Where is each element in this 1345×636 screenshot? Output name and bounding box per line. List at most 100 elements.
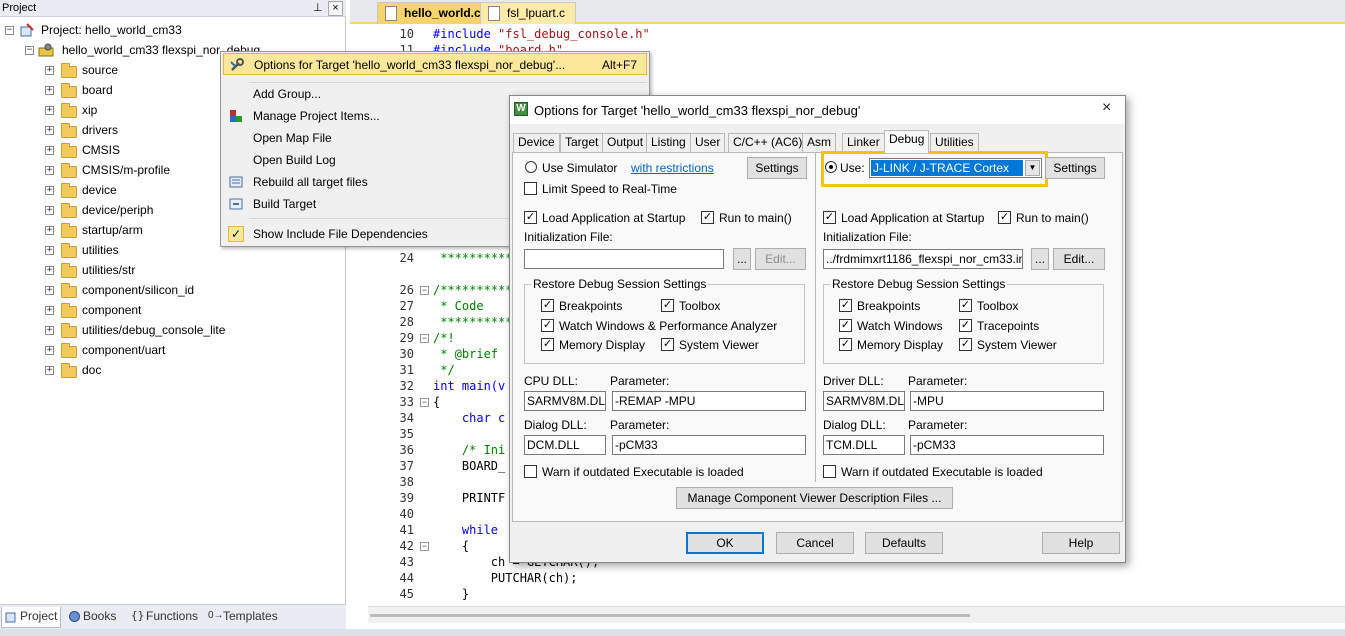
- folder-icon: [61, 303, 77, 318]
- right-warn-checkbox[interactable]: [823, 465, 836, 478]
- simulator-settings-button[interactable]: Settings: [747, 157, 807, 179]
- fold-toggle-icon[interactable]: −: [420, 286, 429, 295]
- dialog-tab[interactable]: Linker: [842, 133, 885, 152]
- limit-speed-checkbox[interactable]: [524, 182, 537, 195]
- left-dialog-dll-input[interactable]: DCM.DLL: [524, 435, 606, 455]
- fold-toggle-icon[interactable]: −: [420, 542, 429, 551]
- expand-icon[interactable]: +: [45, 166, 54, 175]
- expand-icon[interactable]: +: [45, 266, 54, 275]
- right-memory-checkbox[interactable]: ✓: [839, 338, 852, 351]
- help-button[interactable]: Help: [1042, 532, 1120, 554]
- tab-hello-world[interactable]: hello_world.c: [377, 2, 492, 24]
- tree-group-item[interactable]: + doc: [45, 360, 335, 380]
- driver-param-input[interactable]: -MPU: [910, 391, 1104, 411]
- right-init-file-input[interactable]: ../frdmimxrt1186_flexspi_nor_cm33.ini: [823, 249, 1023, 269]
- dialog-tab[interactable]: Target: [560, 133, 604, 152]
- dialog-tab[interactable]: User: [690, 133, 726, 152]
- left-dialog-param-input[interactable]: -pCM33: [612, 435, 806, 455]
- left-toolbox-checkbox[interactable]: ✓: [661, 299, 674, 312]
- right-breakpoints-checkbox[interactable]: ✓: [839, 299, 852, 312]
- expand-icon[interactable]: +: [45, 366, 54, 375]
- group-label: device/periph: [82, 203, 154, 217]
- expand-icon[interactable]: +: [45, 186, 54, 195]
- left-run-to-main-checkbox[interactable]: ✓: [701, 211, 714, 224]
- dialog-tab[interactable]: Asm: [802, 133, 836, 152]
- right-run-to-main-checkbox[interactable]: ✓: [998, 211, 1011, 224]
- right-toolbox-checkbox[interactable]: ✓: [959, 299, 972, 312]
- expand-icon[interactable]: +: [45, 346, 54, 355]
- right-browse-button[interactable]: ...: [1031, 248, 1049, 270]
- dialog-tab[interactable]: Utilities: [930, 133, 979, 152]
- dialog-tab[interactable]: C/C++ (AC6): [728, 133, 808, 152]
- menu-item-options-for-target[interactable]: Options for Target 'hello_world_cm33 fle…: [223, 53, 647, 75]
- keil-icon: W: [514, 102, 528, 116]
- with-restrictions-link[interactable]: with restrictions: [631, 161, 714, 175]
- tree-group-item[interactable]: + component/silicon_id: [45, 280, 335, 300]
- left-breakpoints-checkbox[interactable]: ✓: [541, 299, 554, 312]
- expand-icon[interactable]: +: [45, 126, 54, 135]
- horizontal-scrollbar[interactable]: [368, 606, 1345, 623]
- driver-dll-input[interactable]: SARMV8M.DLL: [823, 391, 905, 411]
- fold-toggle-icon[interactable]: −: [420, 334, 429, 343]
- dialog-tab[interactable]: Device: [513, 133, 560, 152]
- cancel-button[interactable]: Cancel: [776, 532, 854, 554]
- expand-icon[interactable]: +: [45, 66, 54, 75]
- tab-project[interactable]: Project: [1, 607, 61, 628]
- use-debugger-radio[interactable]: [825, 161, 837, 173]
- right-dialog-dll-input[interactable]: TCM.DLL: [823, 435, 905, 455]
- expand-icon[interactable]: +: [45, 246, 54, 255]
- debugger-select[interactable]: J-LINK / J-TRACE Cortex ▼: [869, 158, 1042, 178]
- dialog-titlebar[interactable]: W Options for Target 'hello_world_cm33 f…: [510, 96, 1125, 124]
- close-dialog-button[interactable]: ×: [1102, 99, 1111, 117]
- expand-icon[interactable]: +: [45, 146, 54, 155]
- tab-fsl-lpuart[interactable]: fsl_lpuart.c: [480, 2, 577, 24]
- dialog-tab[interactable]: Debug: [884, 130, 930, 153]
- defaults-button[interactable]: Defaults: [865, 532, 943, 554]
- left-watch-checkbox[interactable]: ✓: [541, 319, 554, 332]
- use-simulator-radio[interactable]: [525, 161, 537, 173]
- tree-group-item[interactable]: + utilities/debug_console_lite: [45, 320, 335, 340]
- collapse-icon[interactable]: −: [25, 46, 34, 55]
- expand-icon[interactable]: +: [45, 106, 54, 115]
- close-panel-button[interactable]: ×: [328, 1, 343, 16]
- dialog-tab[interactable]: Listing: [646, 133, 691, 152]
- expand-icon[interactable]: +: [45, 206, 54, 215]
- ok-button[interactable]: OK: [686, 532, 764, 554]
- left-sysviewer-checkbox[interactable]: ✓: [661, 338, 674, 351]
- pin-icon[interactable]: ⊥: [313, 1, 323, 14]
- left-warn-checkbox[interactable]: [524, 465, 537, 478]
- cpu-param-input[interactable]: -REMAP -MPU: [612, 391, 806, 411]
- line-number: 33: [399, 395, 414, 409]
- tree-group-item[interactable]: + component/uart: [45, 340, 335, 360]
- tab-templates[interactable]: 0→ Templates: [205, 607, 283, 628]
- expand-icon[interactable]: +: [45, 86, 54, 95]
- chevron-down-icon[interactable]: ▼: [1025, 160, 1040, 176]
- right-watch-checkbox[interactable]: ✓: [839, 319, 852, 332]
- tab-books[interactable]: Books: [65, 607, 125, 628]
- right-dialog-param-input[interactable]: -pCM33: [910, 435, 1104, 455]
- scrollbar-thumb[interactable]: [370, 614, 970, 617]
- expand-icon[interactable]: +: [45, 286, 54, 295]
- code-line: {: [433, 539, 470, 553]
- manage-component-viewer-button[interactable]: Manage Component Viewer Description File…: [676, 487, 953, 509]
- expand-icon[interactable]: +: [45, 226, 54, 235]
- left-memory-checkbox[interactable]: ✓: [541, 338, 554, 351]
- left-init-file-input[interactable]: [524, 249, 724, 269]
- right-sysviewer-checkbox[interactable]: ✓: [959, 338, 972, 351]
- left-browse-button[interactable]: ...: [733, 248, 751, 270]
- expand-icon[interactable]: +: [45, 306, 54, 315]
- debugger-settings-button[interactable]: Settings: [1045, 157, 1105, 179]
- right-load-app-checkbox[interactable]: ✓: [823, 211, 836, 224]
- left-load-app-checkbox[interactable]: ✓: [524, 211, 537, 224]
- tree-group-item[interactable]: + component: [45, 300, 335, 320]
- right-tracepoints-checkbox[interactable]: ✓: [959, 319, 972, 332]
- tab-functions[interactable]: {} Functions: [128, 607, 198, 628]
- cpu-dll-input[interactable]: SARMV8M.DLL: [524, 391, 606, 411]
- collapse-icon[interactable]: −: [5, 26, 14, 35]
- tree-group-item[interactable]: + utilities/str: [45, 260, 335, 280]
- tree-root[interactable]: − Project: hello_world_cm33: [5, 20, 305, 40]
- right-edit-button[interactable]: Edit...: [1053, 248, 1105, 270]
- fold-toggle-icon[interactable]: −: [420, 398, 429, 407]
- expand-icon[interactable]: +: [45, 326, 54, 335]
- dialog-tab[interactable]: Output: [602, 133, 649, 152]
